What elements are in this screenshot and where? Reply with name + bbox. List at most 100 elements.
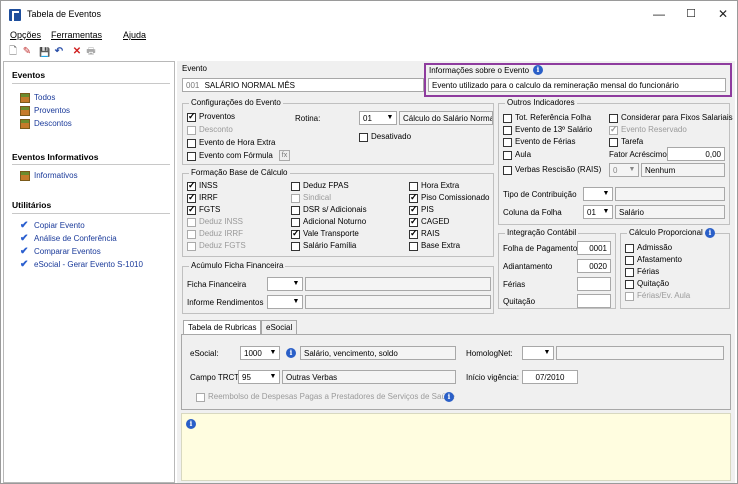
new-icon[interactable]: 🗋 — [7, 46, 19, 58]
chevron-down-icon: ▼ — [543, 349, 551, 356]
window-title: Tabela de Eventos — [27, 9, 102, 19]
folha-pagamento-field[interactable]: 0001 — [577, 241, 611, 255]
esocial-desc: Salário, vencimento, soldo — [300, 346, 456, 360]
fator-label: Fator Acréscimo — [609, 150, 667, 159]
chevron-down-icon: ▼ — [386, 114, 394, 121]
inicio-label: Início vigência: — [466, 373, 519, 382]
trct-select[interactable]: 95 ▼ — [238, 370, 280, 384]
title-bar: Tabela de Eventos — ☐ ✕ — [1, 1, 737, 29]
sidebar-item-label: eSocial - Gerar Evento S-1010 — [34, 260, 143, 269]
maximize-button[interactable]: ☐ — [683, 7, 699, 21]
evento-field[interactable]: 001 SALÁRIO NORMAL MÊS — [182, 78, 424, 92]
integracao-group: Integração Contábil Folha de Pagamento 0… — [498, 228, 616, 309]
sidebar-header-utilitarios: Utilitários — [12, 200, 52, 210]
trct-desc: Outras Verbas — [282, 370, 456, 384]
homolog-select[interactable]: ▼ — [522, 346, 554, 360]
sidebar-header-eventos: Eventos — [12, 70, 46, 80]
adiantamento-field[interactable]: 0020 — [577, 259, 611, 273]
edit-icon[interactable]: ✎ — [21, 46, 33, 58]
close-button[interactable]: ✕ — [715, 7, 731, 21]
integracao-title: Integração Contábil — [505, 228, 579, 237]
menu-ferramentas[interactable]: Ferramentas — [51, 30, 102, 40]
rotina-select[interactable]: 01 ▼ — [359, 111, 397, 125]
rotina-desc: Cálculo do Salário Norma — [399, 111, 493, 125]
chevron-down-icon: ▼ — [269, 373, 277, 380]
info-icon[interactable]: i — [533, 65, 543, 75]
chevron-down-icon: ▼ — [602, 190, 610, 197]
evento-name: SALÁRIO NORMAL MÊS — [204, 81, 295, 90]
folha-pagamento-label: Folha de Pagamento — [503, 244, 578, 253]
checkmark-icon: ✔ — [20, 220, 29, 231]
quitacao-label: Quitação — [503, 297, 536, 306]
app-icon — [9, 9, 21, 21]
folder-icon — [20, 106, 30, 116]
informe-select[interactable]: ▼ — [267, 295, 303, 309]
sidebar-item-label: Informativos — [34, 171, 78, 180]
delete-icon[interactable]: ✕ — [71, 46, 83, 58]
formacao-title: Formação Base de Cálculo — [189, 168, 290, 177]
tab-tabela-rubricas[interactable]: Tabela de Rubricas — [183, 320, 262, 334]
chevron-down-icon: ▼ — [292, 280, 300, 287]
formacao-group: Formação Base de Cálculo INSS IRRF FGTS … — [182, 168, 494, 257]
ferias-label: Férias — [503, 280, 526, 289]
homolog-label: HomologNet: — [466, 349, 513, 358]
menu-opcoes[interactable]: Opções — [10, 30, 41, 40]
save-icon[interactable]: 💾 — [39, 46, 51, 58]
sidebar-item-label: Comparar Eventos — [34, 247, 101, 256]
checkmark-icon: ✔ — [20, 259, 29, 270]
chevron-down-icon: ▼ — [628, 166, 636, 173]
tipo-contrib-label: Tipo de Contribuição — [503, 190, 577, 199]
proporcional-group: Cálculo Proporcional i Admissão Afastame… — [620, 228, 730, 309]
config-group: Configurações do Evento Proventos Descon… — [182, 98, 494, 165]
inicio-field[interactable]: 07/2010 — [522, 370, 578, 384]
verbas-desc: Nenhum — [641, 163, 725, 177]
sidebar-divider — [12, 164, 170, 165]
sidebar-item-label: Proventos — [34, 106, 71, 115]
ficha-select[interactable]: ▼ — [267, 277, 303, 291]
homolog-desc — [556, 346, 724, 360]
proporcional-title: Cálculo Proporcional — [627, 228, 705, 237]
chevron-down-icon: ▼ — [602, 208, 610, 215]
formula-button[interactable]: fx — [279, 150, 290, 161]
trct-label: Campo TRCT: — [190, 373, 241, 382]
ficha-label: Ficha Financeira — [187, 280, 247, 289]
notes-area: i — [181, 413, 731, 481]
outros-title: Outros Indicadores — [505, 98, 577, 107]
minimize-button[interactable]: — — [651, 7, 667, 21]
chevron-down-icon: ▼ — [292, 298, 300, 305]
outros-group: Outros Indicadores Tot. Referência Folha… — [498, 98, 733, 225]
coluna-folha-desc: Salário — [615, 205, 725, 219]
tab-esocial[interactable]: eSocial — [261, 320, 298, 334]
ferias-field[interactable] — [577, 277, 611, 291]
info-icon: i — [186, 419, 196, 429]
checkmark-icon: ✔ — [20, 233, 29, 244]
toolbar: 🗋 ✎ 💾 ↶ ✕ 🖶 — [1, 44, 737, 60]
tipo-contrib-desc — [615, 187, 725, 201]
rubricas-panel: eSocial: 1000 ▼ i Salário, vencimento, so… — [181, 334, 731, 410]
main-window: Tabela de Eventos — ☐ ✕ Opções Ferrament… — [0, 0, 738, 484]
informe-desc — [305, 295, 491, 309]
undo-icon[interactable]: ↶ — [53, 46, 65, 58]
coluna-folha-label: Coluna da Folha — [503, 208, 562, 217]
sidebar-header-informativos: Eventos Informativos — [12, 152, 99, 162]
sidebar: Eventos Todos Proventos Descontos Evento… — [3, 61, 175, 483]
menu-ajuda[interactable]: Ajuda — [123, 30, 146, 40]
checkmark-icon: ✔ — [20, 246, 29, 257]
ficha-desc — [305, 277, 491, 291]
quitacao-field[interactable] — [577, 294, 611, 308]
info-icon[interactable]: i — [286, 348, 296, 358]
config-title: Configurações do Evento — [189, 98, 283, 107]
esocial-select[interactable]: 1000 ▼ — [240, 346, 280, 360]
main-panel: Evento 001 SALÁRIO NORMAL MÊS Informaçõe… — [177, 61, 735, 483]
info-icon[interactable]: i — [705, 228, 715, 238]
verbas-select[interactable]: 0 ▼ — [609, 163, 639, 177]
coluna-folha-select[interactable]: 01 ▼ — [583, 205, 613, 219]
fator-field[interactable]: 0,00 — [667, 147, 725, 161]
esocial-label: eSocial: — [190, 349, 219, 358]
info-icon[interactable]: i — [444, 392, 454, 402]
sidebar-item-label: Análise de Conferência — [34, 234, 117, 243]
acumulo-group: Acúmulo Ficha Financeira Ficha Financeir… — [182, 261, 494, 314]
info-evento-field[interactable]: Evento utilizado para o calculo da remin… — [428, 78, 726, 92]
tipo-contrib-select[interactable]: ▼ — [583, 187, 613, 201]
print-icon[interactable]: 🖶 — [85, 46, 97, 58]
